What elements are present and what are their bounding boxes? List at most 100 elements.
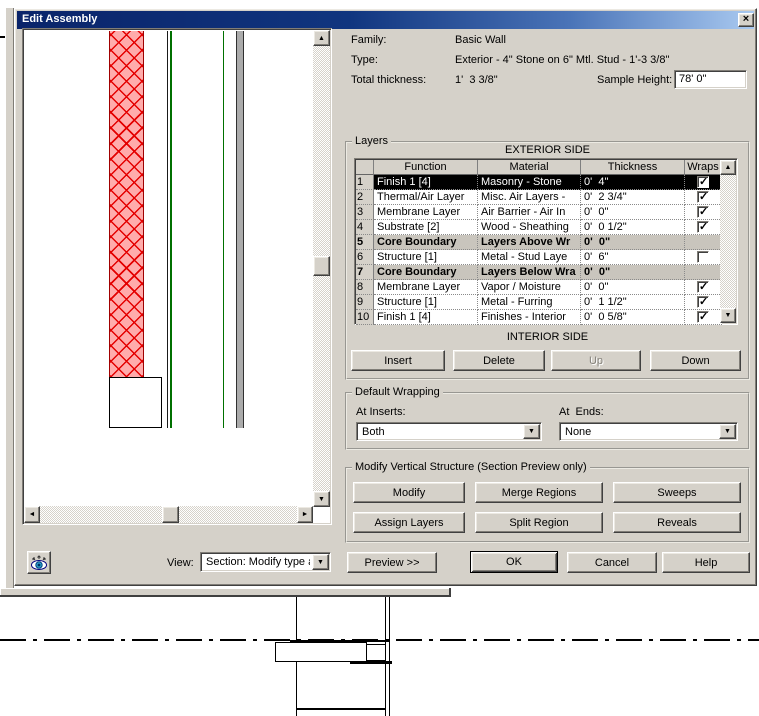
row-number[interactable]: 4 (356, 220, 374, 235)
row-number[interactable]: 5 (356, 235, 374, 250)
assign-layers-button[interactable]: Assign Layers (353, 512, 465, 533)
scroll-down-button[interactable]: ▼ (313, 491, 330, 507)
table-scroll-up-button[interactable]: ▲ (720, 160, 736, 175)
row-number[interactable]: 9 (356, 295, 374, 310)
at-ends-dropdown[interactable]: None ▼ (559, 422, 738, 441)
thickness-cell[interactable]: 0' 1 1/2" (581, 295, 685, 310)
table-scroll-down-button[interactable]: ▼ (720, 308, 736, 323)
view-dropdown[interactable]: Section: Modify type a ▼ (200, 552, 331, 572)
table-row[interactable]: 1 Finish 1 [4] Masonry - Stone 0' 4" ✓ (356, 175, 722, 190)
function-cell[interactable]: Finish 1 [4] (374, 175, 478, 190)
close-button[interactable]: × (738, 13, 754, 27)
table-row[interactable]: 9 Structure [1] Metal - Furring 0' 1 1/2… (356, 295, 722, 310)
wraps-cell[interactable]: ✓ (685, 265, 722, 280)
insert-button[interactable]: Insert (351, 350, 445, 371)
view-tool-button[interactable] (27, 551, 51, 574)
material-header[interactable]: Material (478, 160, 581, 175)
wraps-checkbox[interactable]: ✓ (697, 281, 709, 293)
help-button[interactable]: Help (662, 552, 750, 573)
row-number[interactable]: 8 (356, 280, 374, 295)
row-number[interactable]: 2 (356, 190, 374, 205)
row-number[interactable]: 1 (356, 175, 374, 190)
wraps-cell[interactable]: ✓ (685, 235, 722, 250)
material-cell[interactable]: Finishes - Interior (478, 310, 581, 325)
scroll-up-button[interactable]: ▲ (313, 30, 330, 46)
thickness-cell[interactable]: 0' 6" (581, 250, 685, 265)
wraps-checkbox[interactable]: ✓ (697, 311, 709, 323)
material-cell[interactable]: Layers Below Wra (478, 265, 581, 280)
preview-stone-layer[interactable] (109, 31, 144, 377)
function-cell[interactable]: Structure [1] (374, 250, 478, 265)
material-cell[interactable]: Masonry - Stone (478, 175, 581, 190)
sweeps-button[interactable]: Sweeps (613, 482, 741, 503)
split-region-button[interactable]: Split Region (475, 512, 603, 533)
table-row[interactable]: 7 Core Boundary Layers Below Wra 0' 0" ✓ (356, 265, 722, 280)
material-cell[interactable]: Layers Above Wr (478, 235, 581, 250)
thickness-header[interactable]: Thickness (581, 160, 685, 175)
modify-button[interactable]: Modify (353, 482, 465, 503)
row-number[interactable]: 6 (356, 250, 374, 265)
table-row[interactable]: 8 Membrane Layer Vapor / Moisture 0' 0" … (356, 280, 722, 295)
table-row[interactable]: 3 Membrane Layer Air Barrier - Air In 0'… (356, 205, 722, 220)
hscroll-thumb[interactable] (162, 506, 179, 523)
wraps-cell[interactable]: ✓ (685, 295, 722, 310)
wraps-checkbox[interactable]: ✓ (697, 296, 709, 308)
material-cell[interactable]: Metal - Stud Laye (478, 250, 581, 265)
table-row[interactable]: 4 Substrate [2] Wood - Sheathing 0' 0 1/… (356, 220, 722, 235)
material-cell[interactable]: Vapor / Moisture (478, 280, 581, 295)
dialog-titlebar[interactable]: Edit Assembly (17, 11, 754, 29)
row-number[interactable]: 10 (356, 310, 374, 325)
function-cell[interactable]: Membrane Layer (374, 205, 478, 220)
material-cell[interactable]: Wood - Sheathing (478, 220, 581, 235)
function-cell[interactable]: Substrate [2] (374, 220, 478, 235)
preview-button[interactable]: Preview >> (347, 552, 437, 573)
wraps-cell[interactable]: ✓ (685, 280, 722, 295)
dropdown-button[interactable]: ▼ (523, 424, 540, 439)
function-cell[interactable]: Finish 1 [4] (374, 310, 478, 325)
table-row[interactable]: 10 Finish 1 [4] Finishes - Interior 0' 0… (356, 310, 722, 325)
scroll-left-button[interactable]: ◄ (24, 506, 40, 523)
thickness-cell[interactable]: 0' 0" (581, 265, 685, 280)
thickness-cell[interactable]: 0' 0 5/8" (581, 310, 685, 325)
cancel-button[interactable]: Cancel (567, 552, 657, 573)
reveals-button[interactable]: Reveals (613, 512, 741, 533)
function-cell[interactable]: Core Boundary (374, 265, 478, 280)
wraps-checkbox[interactable]: ✓ (697, 221, 709, 233)
ok-button[interactable]: OK (470, 551, 558, 573)
thickness-cell[interactable]: 0' 0" (581, 205, 685, 220)
wraps-checkbox[interactable]: ✓ (697, 191, 709, 203)
dropdown-button[interactable]: ▼ (312, 554, 329, 570)
wraps-checkbox[interactable]: ✓ (697, 206, 709, 218)
wraps-header[interactable]: Wraps (685, 160, 722, 175)
sample-height-input[interactable]: 78' 0" (674, 70, 747, 89)
table-row[interactable]: 5 Core Boundary Layers Above Wr 0' 0" ✓ (356, 235, 722, 250)
function-cell[interactable]: Core Boundary (374, 235, 478, 250)
row-number[interactable]: 3 (356, 205, 374, 220)
wraps-cell[interactable]: ✓ (685, 190, 722, 205)
wraps-checkbox[interactable]: ✓ (697, 251, 709, 263)
function-cell[interactable]: Thermal/Air Layer (374, 190, 478, 205)
material-cell[interactable]: Metal - Furring (478, 295, 581, 310)
thickness-cell[interactable]: 0' 0" (581, 280, 685, 295)
wraps-cell[interactable]: ✓ (685, 250, 722, 265)
material-cell[interactable]: Misc. Air Layers - (478, 190, 581, 205)
material-cell[interactable]: Air Barrier - Air In (478, 205, 581, 220)
wraps-cell[interactable]: ✓ (685, 205, 722, 220)
table-row[interactable]: 2 Thermal/Air Layer Misc. Air Layers - 0… (356, 190, 722, 205)
thickness-cell[interactable]: 0' 2 3/4" (581, 190, 685, 205)
down-button[interactable]: Down (650, 350, 741, 371)
preview-pane[interactable] (22, 28, 332, 525)
at-inserts-dropdown[interactable]: Both ▼ (356, 422, 542, 441)
table-scrollbar[interactable] (720, 160, 736, 323)
wraps-cell[interactable]: ✓ (685, 310, 722, 325)
dropdown-button[interactable]: ▼ (719, 424, 736, 439)
function-cell[interactable]: Structure [1] (374, 295, 478, 310)
function-header[interactable]: Function (374, 160, 478, 175)
scroll-right-button[interactable]: ► (297, 506, 313, 523)
thickness-cell[interactable]: 0' 0 1/2" (581, 220, 685, 235)
thickness-cell[interactable]: 0' 4" (581, 175, 685, 190)
merge-regions-button[interactable]: Merge Regions (475, 482, 603, 503)
wraps-checkbox[interactable]: ✓ (697, 176, 709, 188)
up-button[interactable]: Up (551, 350, 641, 371)
table-row[interactable]: 6 Structure [1] Metal - Stud Laye 0' 6" … (356, 250, 722, 265)
